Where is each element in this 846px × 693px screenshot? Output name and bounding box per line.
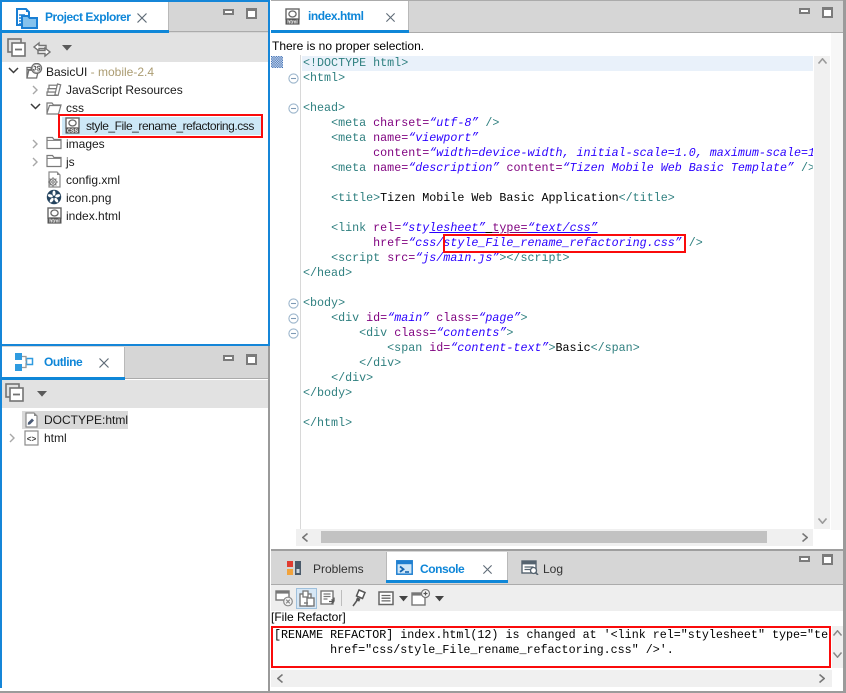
svg-text:html: html bbox=[49, 219, 60, 224]
svg-text:JS: JS bbox=[33, 66, 41, 73]
svg-text:html: html bbox=[287, 20, 298, 25]
svg-text:<>: <> bbox=[27, 436, 37, 445]
